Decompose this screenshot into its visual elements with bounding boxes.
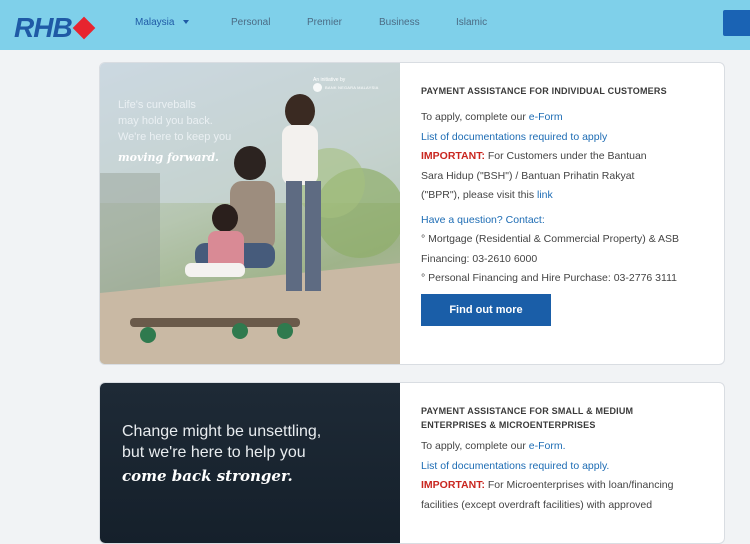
important-label: IMPORTANT: xyxy=(421,479,485,491)
important-line-3: ("BPR"), please visit this link xyxy=(421,186,710,206)
card-title-line-2: ENTERPRISES & MICROENTERPRISES xyxy=(421,420,596,430)
nav-item-islamic[interactable]: Islamic xyxy=(456,17,487,28)
find-out-more-button[interactable]: Find out more xyxy=(421,294,551,326)
important-line-2: facilities (except overdraft facilities)… xyxy=(421,498,653,511)
sme-banner-photo: Change might be unsettling, but we're he… xyxy=(100,383,400,543)
tagline-line: Change might be unsettling, xyxy=(122,423,322,440)
apply-text: To apply, complete our xyxy=(421,440,529,452)
important-text: For Customers under the Bantuan xyxy=(484,150,647,162)
card-content: PAYMENT ASSISTANCE FOR SMALL & MEDIUM EN… xyxy=(421,383,710,515)
photo-tagline: Life's curveballs may hold you back. We'… xyxy=(118,97,231,145)
e-form-link[interactable]: e-Form xyxy=(529,111,563,123)
bsh-bpr-link[interactable]: link xyxy=(537,189,553,201)
important-label: IMPORTANT: xyxy=(421,150,485,162)
apply-line: To apply, complete our e-Form. xyxy=(421,437,710,457)
card-sme-microenterprises: Change might be unsettling, but we're he… xyxy=(99,382,725,544)
documentation-link[interactable]: List of documentations required to apply… xyxy=(421,457,710,477)
logo-diamond-icon xyxy=(72,16,95,40)
important-line-1: IMPORTANT: For Microenterprises with loa… xyxy=(421,476,710,496)
top-navigation-bar: RHB Malaysia Personal Premier Business I… xyxy=(0,0,750,50)
important-line-1: IMPORTANT: For Customers under the Bantu… xyxy=(421,147,710,167)
photo-tagline-script: moving forward. xyxy=(118,151,219,164)
country-selector[interactable]: Malaysia xyxy=(135,17,190,28)
header-action-button[interactable] xyxy=(723,10,750,36)
tagline-line: We're here to keep you xyxy=(118,131,232,143)
important-text-3: ("BPR"), please visit this xyxy=(421,189,537,201)
nav-item-premier[interactable]: Premier xyxy=(307,17,342,28)
photo-tagline-script: come back stronger. xyxy=(122,467,293,485)
photo-tagline: Change might be unsettling, but we're he… xyxy=(122,421,321,463)
tagline-line: Life's curveballs xyxy=(118,99,196,111)
apply-line: To apply, complete our e-Form xyxy=(421,108,710,128)
contact-mortgage-line-2: Financing: 03-2610 6000 xyxy=(421,252,538,265)
contact-personal-financing: ° Personal Financing and Hire Purchase: … xyxy=(421,272,677,284)
card-title-line-1: PAYMENT ASSISTANCE FOR SMALL & MEDIUM xyxy=(421,406,634,416)
documentation-link[interactable]: List of documentations required to apply xyxy=(421,128,710,148)
important-text: For Microenterprises with loan/financing xyxy=(484,479,674,491)
nav-item-business[interactable]: Business xyxy=(379,17,420,28)
country-label: Malaysia xyxy=(135,17,175,28)
contact-question: Have a question? Contact: xyxy=(421,213,545,226)
tagline-line: may hold you back. xyxy=(118,115,213,127)
logo-text: RHB xyxy=(14,12,73,43)
nav-item-personal[interactable]: Personal xyxy=(231,17,270,28)
chevron-down-icon xyxy=(183,20,190,25)
card-title: PAYMENT ASSISTANCE FOR INDIVIDUAL CUSTOM… xyxy=(421,86,667,96)
bnm-seal-icon xyxy=(313,83,322,92)
apply-text: To apply, complete our xyxy=(421,111,529,123)
e-form-link[interactable]: e-Form. xyxy=(529,440,566,452)
bnm-badge-name: BANK NEGARA MALAYSIA xyxy=(325,85,379,90)
family-skateboard-photo: An initiative by BANK NEGARA MALAYSIA Li… xyxy=(100,63,400,364)
tagline-line: but we're here to help you xyxy=(122,444,306,461)
rhb-logo[interactable]: RHB xyxy=(14,12,95,44)
contact-mortgage-line-1: ° Mortgage (Residential & Commercial Pro… xyxy=(421,233,680,245)
card-content: PAYMENT ASSISTANCE FOR INDIVIDUAL CUSTOM… xyxy=(421,63,710,289)
important-line-2: Sara Hidup ("BSH") / Bantuan Prihatin Ra… xyxy=(421,169,635,182)
card-individual-customers: An initiative by BANK NEGARA MALAYSIA Li… xyxy=(99,62,725,365)
